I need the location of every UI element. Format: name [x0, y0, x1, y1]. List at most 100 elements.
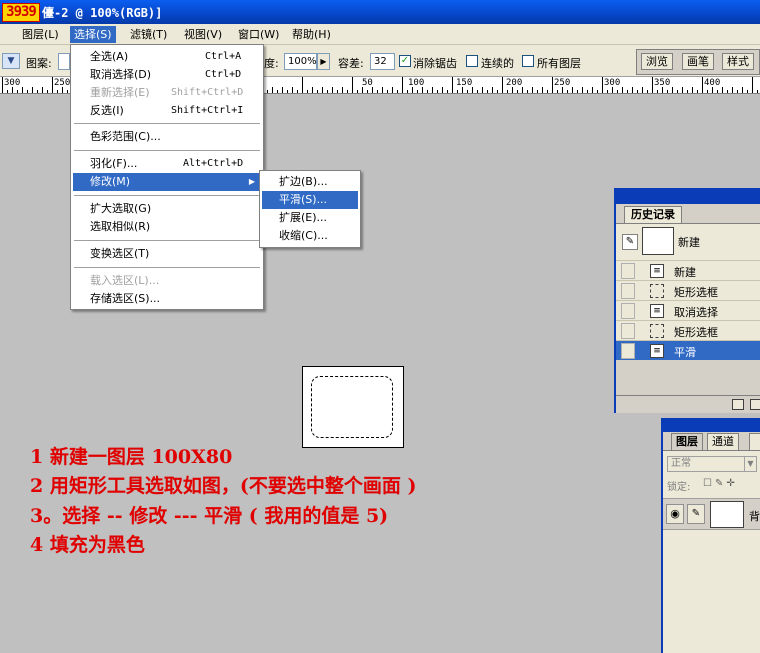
panel-grip[interactable]: [663, 420, 760, 432]
menu-help[interactable]: 帮助(H): [288, 26, 335, 43]
history-source-box[interactable]: [621, 343, 635, 359]
tab-channels[interactable]: 通道: [707, 433, 739, 450]
menu-item-load-selection: 载入选区(L)...: [73, 272, 261, 290]
menu-view[interactable]: 视图(V): [180, 26, 226, 43]
ruler-tick: [502, 77, 503, 93]
menu-item-label: 扩展(E)...: [279, 211, 328, 224]
brush-icon[interactable]: ✎: [687, 504, 705, 524]
all-layers-checkbox[interactable]: [522, 55, 534, 67]
ruler-tick: [547, 90, 548, 93]
ruler-tick: [692, 87, 693, 93]
pattern-label: 图案:: [26, 57, 52, 70]
ruler-tick: [642, 87, 643, 93]
menu-separator: [74, 240, 260, 241]
layers-panel: 图层 通道 正常 ▼ 锁定: ☐✎✛ ◉ ✎ 背: [661, 418, 760, 653]
new-document-icon[interactable]: [732, 399, 744, 410]
ruler-tick: [37, 90, 38, 93]
ruler-tick: [707, 90, 708, 93]
menu-item-deselect[interactable]: 取消选择(D) Ctrl+D: [73, 66, 261, 84]
ruler-label: 150: [456, 78, 473, 88]
menu-item-label: 载入选区(L)...: [90, 274, 160, 287]
ruler-tick: [492, 87, 493, 93]
tab-paths[interactable]: [749, 433, 760, 450]
history-source-box[interactable]: [621, 323, 635, 339]
menu-item-border[interactable]: 扩边(B)...: [262, 173, 358, 191]
ruler-tick: [437, 90, 438, 93]
layer-row[interactable]: ◉ ✎ 背: [663, 498, 760, 530]
opacity-label: 度:: [264, 57, 279, 70]
blend-mode-select[interactable]: 正常 ▼: [667, 456, 757, 472]
history-row[interactable]: 矩形选框: [616, 280, 760, 300]
menu-item-save-selection[interactable]: 存储选区(S)...: [73, 290, 261, 308]
menu-item-contract[interactable]: 收缩(C)...: [262, 227, 358, 245]
ruler-tick: [397, 90, 398, 93]
window-title: 儓-2 @ 100%(RGB)]: [42, 6, 163, 20]
history-row-selected[interactable]: ≡ 平滑: [616, 340, 760, 360]
lock-options-icon[interactable]: ☐✎✛: [703, 478, 738, 489]
menu-item-smooth[interactable]: 平滑(S)...: [262, 191, 358, 209]
document-canvas[interactable]: [302, 366, 404, 448]
history-row[interactable]: ≡ 新建: [616, 260, 760, 280]
menu-item-reselect: 重新选择(E) Shift+Ctrl+D: [73, 84, 261, 102]
layer-thumbnail: [710, 501, 744, 528]
opacity-input[interactable]: 100%: [284, 53, 317, 70]
submenu-arrow-icon: ▶: [248, 177, 255, 186]
history-row[interactable]: 矩形选框: [616, 320, 760, 340]
menu-item-inverse[interactable]: 反选(I) Shift+Ctrl+I: [73, 102, 261, 120]
ruler-tick: [592, 87, 593, 93]
menu-separator: [74, 267, 260, 268]
ruler-tick: [467, 90, 468, 93]
menu-separator: [74, 195, 260, 196]
ruler-tick: [372, 87, 373, 93]
ruler-tick: [647, 90, 648, 93]
history-source-box[interactable]: [621, 303, 635, 319]
ruler-tick: [352, 77, 353, 93]
history-brush-icon[interactable]: ✎: [622, 234, 638, 250]
ruler-tick: [607, 90, 608, 93]
menu-filter[interactable]: 滤镜(T): [126, 26, 171, 43]
eye-icon[interactable]: ◉: [666, 504, 684, 524]
history-row[interactable]: ≡ 取消选择: [616, 300, 760, 320]
ruler-tick: [452, 77, 453, 93]
menu-item-transform-selection[interactable]: 变换选区(T): [73, 245, 261, 263]
tab-layers[interactable]: 图层: [671, 433, 703, 450]
lock-label: 锁定:: [667, 482, 691, 493]
history-snapshot[interactable]: ✎ 新建: [616, 223, 760, 261]
menu-item-grow[interactable]: 扩大选取(G): [73, 200, 261, 218]
ruler-tick: [682, 87, 683, 93]
snapshot-thumbnail: [642, 227, 674, 255]
blend-mode-value: 正常: [671, 458, 691, 469]
tool-preset-dropdown[interactable]: ▼: [2, 53, 20, 69]
opacity-arrow-icon[interactable]: ▶: [317, 53, 330, 70]
contiguous-checkbox[interactable]: [466, 55, 478, 67]
menu-item-expand[interactable]: 扩展(E)...: [262, 209, 358, 227]
menu-item-select-all[interactable]: 全选(A) Ctrl+A: [73, 48, 261, 66]
menu-item-color-range[interactable]: 色彩范围(C)...: [73, 128, 261, 146]
antialias-checkbox[interactable]: ✓: [399, 55, 411, 67]
menu-bar: 图层(L) 选择(S) 滤镜(T) 视图(V) 窗口(W) 帮助(H): [0, 24, 760, 45]
ruler-tick: [62, 87, 63, 93]
pattern-picker[interactable]: [58, 53, 70, 70]
ruler-label: 200: [506, 78, 523, 88]
ruler-tick: [702, 77, 703, 93]
new-snapshot-icon[interactable]: [750, 399, 760, 410]
tab-history[interactable]: 历史记录: [624, 206, 682, 223]
menu-separator: [74, 123, 260, 124]
tolerance-input[interactable]: 32: [370, 53, 395, 70]
menu-layer[interactable]: 图层(L): [18, 26, 63, 43]
ruler-tick: [2, 77, 3, 93]
ruler-tick: [612, 87, 613, 93]
palette-tab-styles[interactable]: 样式: [722, 53, 754, 70]
history-source-box[interactable]: [621, 263, 635, 279]
menu-item-modify[interactable]: 修改(M) ▶: [73, 173, 261, 191]
menu-item-feather[interactable]: 羽化(F)... Alt+Ctrl+D: [73, 155, 261, 173]
history-source-box[interactable]: [621, 283, 635, 299]
menu-select[interactable]: 选择(S): [70, 26, 116, 43]
palette-tab-brushes[interactable]: 画笔: [682, 53, 714, 70]
menu-window[interactable]: 窗口(W): [234, 26, 283, 43]
panel-grip[interactable]: [616, 190, 760, 204]
ruler-tick: [727, 90, 728, 93]
menu-item-similar[interactable]: 选取相似(R): [73, 218, 261, 236]
palette-tab-browse[interactable]: 浏览: [641, 53, 673, 70]
smoothed-selection-marquee: [311, 376, 393, 438]
